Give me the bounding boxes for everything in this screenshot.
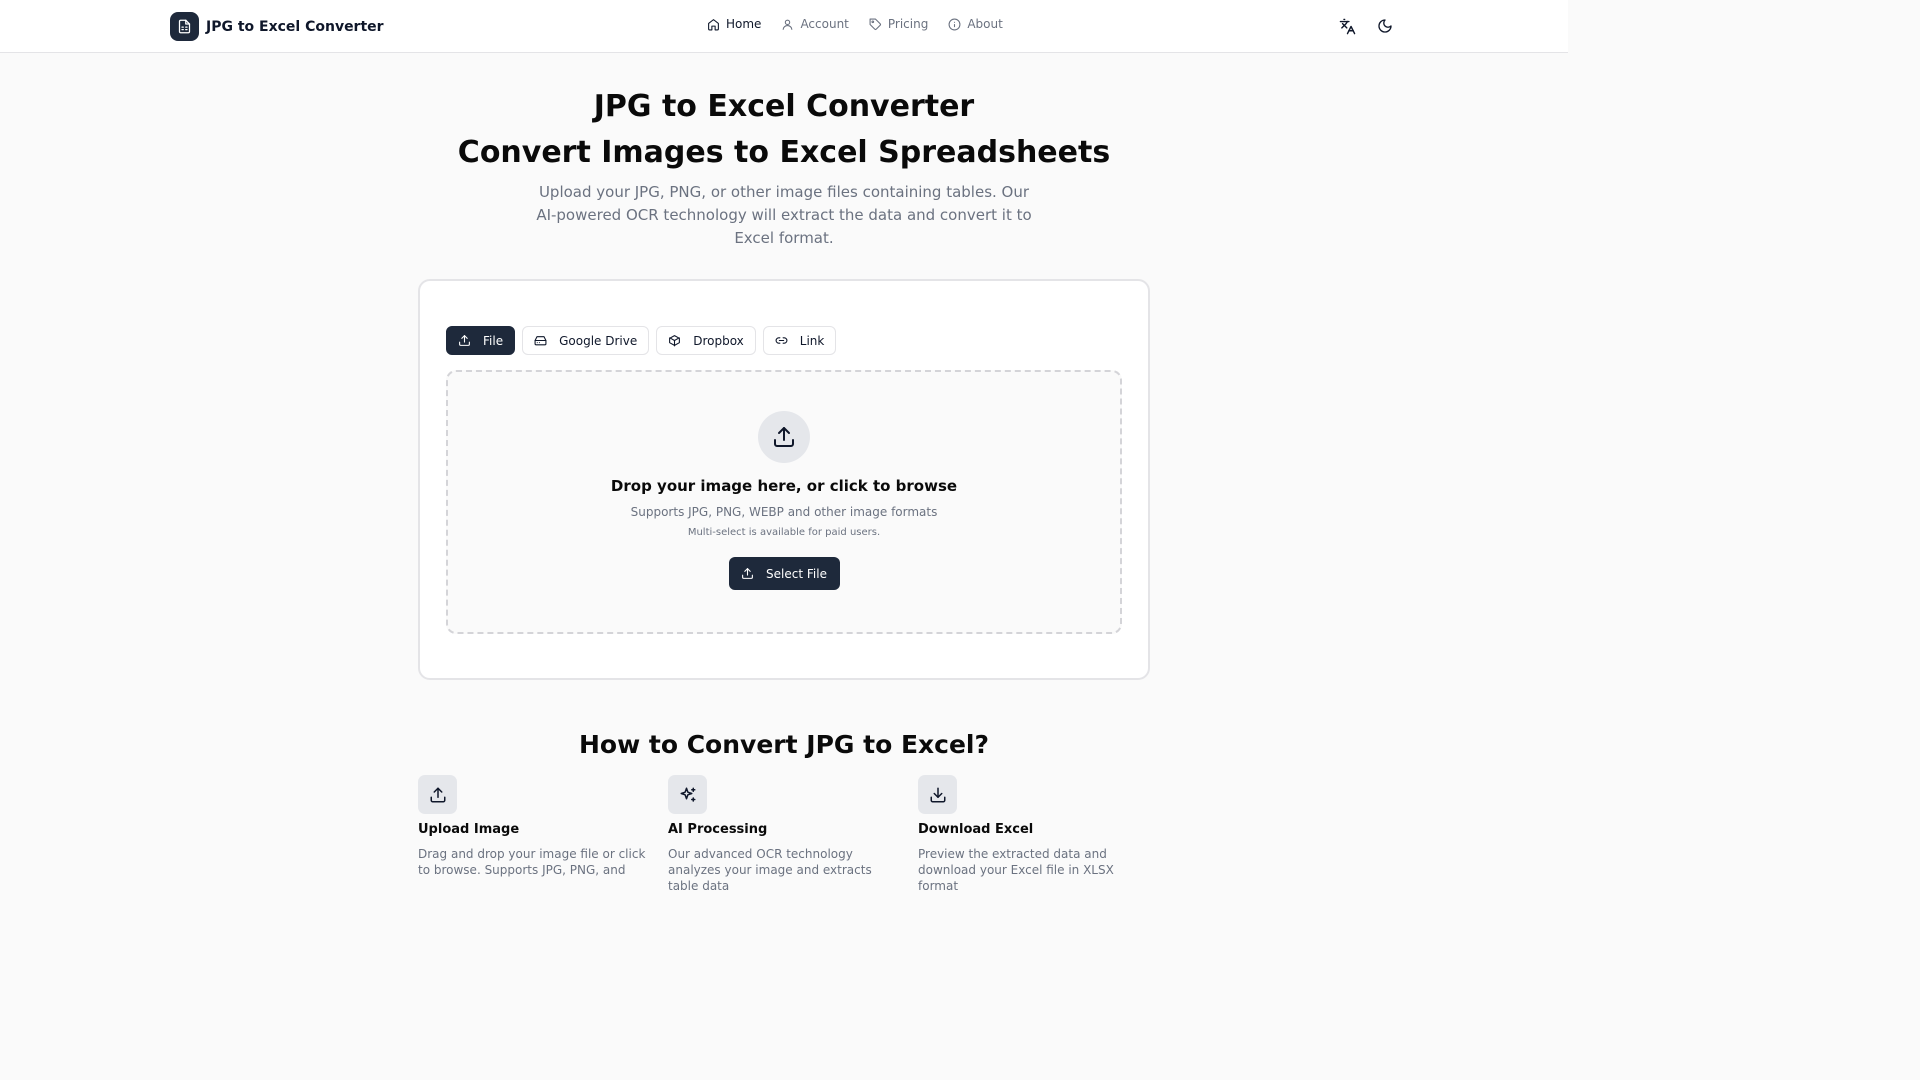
nav-label: Pricing [887, 17, 929, 31]
upload-card: File Google Drive Dropbox Link Drop your… [418, 279, 1150, 680]
how-to-section: How to Convert JPG to Excel? [0, 730, 1568, 759]
drop-note: Multi-select is available for paid users… [687, 527, 881, 538]
page-title: JPG to Excel Converter [593, 89, 975, 124]
brand-name: JPG to Excel Converter [206, 18, 384, 35]
header-actions [1335, 14, 1397, 38]
tag-icon [869, 18, 881, 30]
drop-title: Drop your image here, or click to browse [610, 477, 958, 495]
step-title: Download Excel [918, 822, 1034, 837]
tab-file[interactable]: File [446, 326, 516, 355]
link-icon [775, 337, 788, 344]
step-download: Download Excel Preview the extracted dat… [918, 775, 1150, 894]
download-icon [918, 775, 957, 814]
nav-item-pricing[interactable]: Pricing [869, 17, 928, 31]
nav-item-account[interactable]: Account [781, 17, 849, 31]
upload-icon [742, 568, 753, 579]
step-title: AI Processing [668, 822, 768, 837]
step-ai-processing: AI Processing Our advanced OCR technolog… [668, 775, 900, 894]
select-file-button[interactable]: Select File [728, 557, 840, 590]
tab-label: Google Drive [559, 333, 638, 348]
info-icon [948, 18, 961, 30]
upload-icon [459, 335, 470, 346]
language-icon[interactable] [1335, 14, 1359, 38]
select-file-label: Select File [766, 566, 827, 581]
step-upload: Upload Image Drag and drop your image fi… [418, 775, 650, 878]
upload-icon [418, 775, 457, 814]
tab-link[interactable]: Link [762, 326, 837, 355]
page-subtitle: Convert Images to Excel Spreadsheets [457, 135, 1111, 170]
main-nav: Home Account Pricing About [707, 17, 1003, 31]
hero-description: Upload your JPG, PNG, or other image fil… [536, 183, 1032, 247]
step-description: Preview the extracted data and download … [918, 847, 1114, 893]
how-to-title: How to Convert JPG to Excel? [578, 730, 989, 759]
nav-item-home[interactable]: Home [707, 17, 761, 31]
top-header: JPG to Excel Converter Home Account Pric… [0, 0, 1568, 53]
tab-label: File [483, 333, 504, 348]
moon-icon[interactable] [1373, 14, 1397, 38]
step-description: Our advanced OCR technology analyzes you… [668, 847, 872, 893]
drop-zone[interactable]: Drop your image here, or click to browse… [446, 370, 1122, 634]
nav-label: Home [726, 17, 762, 31]
file-spreadsheet-icon [170, 12, 199, 41]
hero: JPG to Excel Converter Convert Images to… [0, 88, 1568, 250]
source-tabs: File Google Drive Dropbox Link [446, 326, 837, 355]
box-icon [669, 335, 681, 347]
tab-label: Dropbox [693, 333, 744, 348]
tab-label: Link [799, 333, 825, 348]
nav-label: Account [800, 17, 849, 31]
tab-dropbox[interactable]: Dropbox [656, 326, 756, 355]
home-icon [708, 18, 719, 30]
drop-subtitle: Supports JPG, PNG, WEBP and other image … [630, 505, 938, 519]
tab-google-drive[interactable]: Google Drive [522, 326, 650, 355]
brand[interactable]: JPG to Excel Converter [170, 12, 384, 41]
nav-label: About [967, 17, 1003, 31]
sparkles-icon [668, 775, 707, 814]
upload-icon [758, 411, 810, 463]
user-icon [783, 19, 793, 30]
step-description: Drag and drop your image file or click t… [418, 847, 646, 877]
step-title: Upload Image [418, 822, 520, 837]
nav-item-about[interactable]: About [948, 17, 1003, 31]
drive-icon [534, 336, 547, 346]
